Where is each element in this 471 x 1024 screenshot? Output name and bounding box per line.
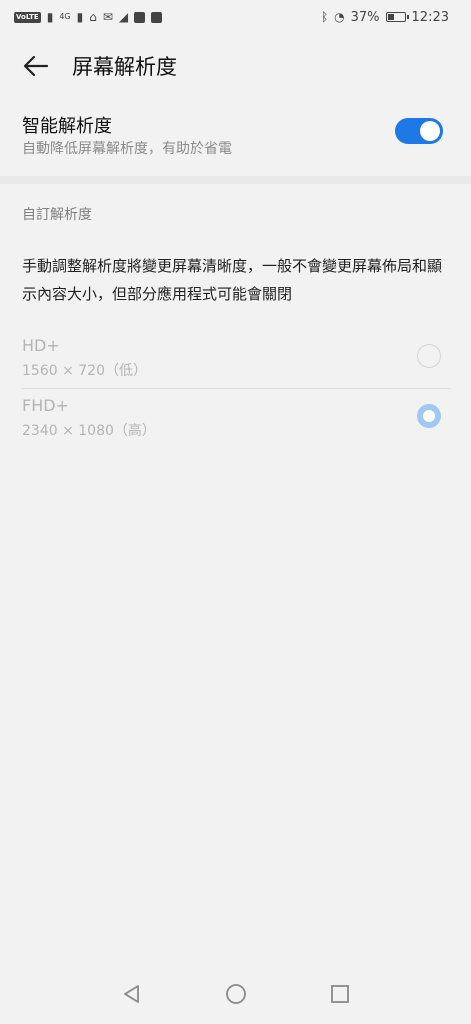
- gallery-icon: [134, 11, 146, 23]
- network-label: 4G: [59, 12, 71, 21]
- recents-square-icon: [330, 985, 349, 1003]
- nav-recents-button[interactable]: [325, 979, 355, 1009]
- status-bar: VoLTE ▮ 4G ▮ ⌂ ✉ ◢ ᛒ ◔ 37% 12:23: [0, 0, 471, 34]
- app-bar: 屏幕解析度: [0, 34, 471, 98]
- speed-icon: ◔: [334, 10, 345, 24]
- smart-resolution-row[interactable]: 智能解析度 自動降低屏幕解析度，有助於省電: [0, 98, 471, 184]
- nav-home-button[interactable]: [221, 979, 251, 1009]
- arrow-left-icon: [23, 55, 49, 77]
- resolution-name: FHD+: [22, 396, 69, 415]
- smart-resolution-subtitle: 自動降低屏幕解析度，有助於省電: [22, 141, 232, 157]
- smart-resolution-title: 智能解析度: [22, 116, 112, 137]
- page-title: 屏幕解析度: [72, 55, 177, 79]
- resolution-name: HD+: [22, 336, 60, 355]
- back-button[interactable]: [16, 46, 56, 86]
- battery-percent: 37%: [350, 9, 380, 25]
- resolution-dimensions: 1560 × 720（低）: [22, 363, 147, 379]
- resolution-option-fhd[interactable]: FHD+ 2340 × 1080（高）: [0, 390, 471, 450]
- smart-resolution-toggle[interactable]: [395, 118, 443, 144]
- toggle-knob: [420, 121, 440, 141]
- resolution-option-hd[interactable]: HD+ 1560 × 720（低）: [0, 330, 471, 390]
- status-right: ᛒ ◔ 37% 12:23: [321, 10, 449, 25]
- volte-badge: VoLTE: [14, 11, 41, 23]
- notification-icon: ⌂: [89, 10, 97, 24]
- navigation-bar: [0, 964, 471, 1024]
- nav-back-button[interactable]: [117, 979, 147, 1009]
- signal-icon: ▮: [46, 10, 54, 24]
- resolution-description: 手動調整解析度將變更屏幕清晰度，一般不會變更屏幕佈局和顯示內容大小，但部分應用程…: [22, 257, 443, 303]
- radio-unselected-icon[interactable]: [417, 344, 441, 368]
- app-icon: ◢: [118, 10, 129, 24]
- facebook-icon: [151, 11, 163, 23]
- divider: [22, 388, 451, 389]
- clock: 12:23: [411, 9, 449, 25]
- back-triangle-icon: [123, 985, 139, 1003]
- signal-icon-2: ▮: [76, 10, 84, 24]
- section-label: 自訂解析度: [22, 207, 92, 223]
- battery-icon: [385, 12, 409, 22]
- radio-selected-icon[interactable]: [417, 404, 441, 428]
- mail-icon: ✉: [102, 10, 113, 24]
- custom-resolution-section: 自訂解析度 手動調整解析度將變更屏幕清晰度，一般不會變更屏幕佈局和顯示內容大小，…: [0, 184, 471, 964]
- bluetooth-icon: ᛒ: [320, 10, 329, 24]
- status-left: VoLTE ▮ 4G ▮ ⌂ ✉ ◢: [14, 10, 163, 24]
- resolution-dimensions: 2340 × 1080（高）: [22, 423, 156, 439]
- home-circle-icon: [225, 984, 246, 1004]
